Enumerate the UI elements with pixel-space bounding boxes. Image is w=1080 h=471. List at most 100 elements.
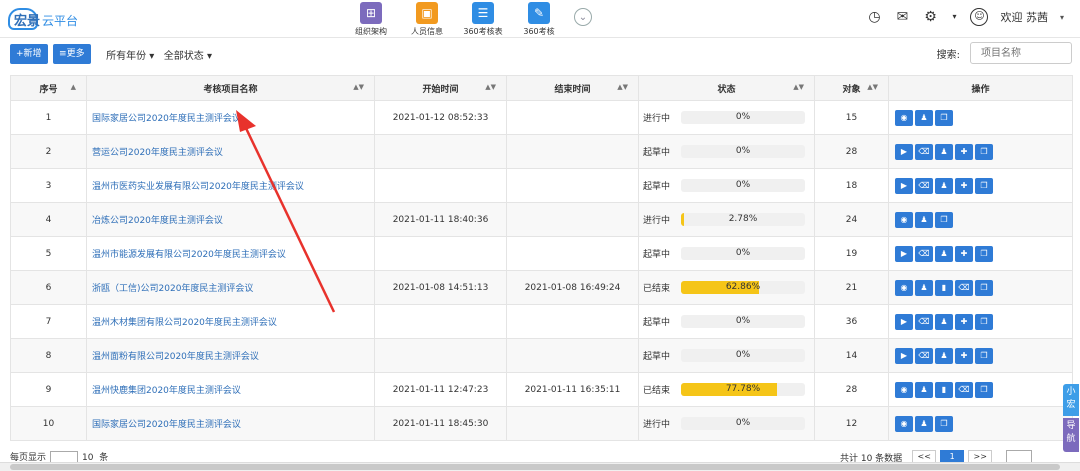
project-name-link[interactable]: 国际家居公司2020年度民主测评会议 [86, 406, 375, 441]
view-icon[interactable]: ◉ [895, 211, 913, 228]
chart-icon[interactable]: ▮ [935, 279, 953, 296]
project-name-link[interactable]: 国际家居公司2020年度民主测评会议 [86, 100, 375, 135]
col-status[interactable]: 状态 ▲▼ [638, 75, 815, 101]
person-icon[interactable]: ♟ [935, 177, 953, 194]
project-name-link[interactable]: 温州木材集团有限公司2020年度民主测评会议 [86, 304, 375, 339]
user-add-icon[interactable]: ✚ [955, 177, 973, 194]
user-dropdown-icon[interactable]: ▾ [1060, 13, 1064, 22]
copy-icon[interactable]: ❐ [975, 347, 993, 364]
mail-icon[interactable]: ✉ [894, 9, 910, 25]
user-add-icon[interactable]: ✚ [955, 347, 973, 364]
person-icon[interactable]: ♟ [915, 279, 933, 296]
object-count: 14 [814, 338, 889, 373]
clock-icon[interactable]: ◷ [866, 9, 882, 25]
progress-bar: 0% [681, 349, 805, 362]
copy-icon[interactable]: ❐ [975, 177, 993, 194]
view-icon[interactable]: ◉ [895, 415, 913, 432]
col-no[interactable]: 序号 ▲ [10, 75, 87, 101]
person-icon[interactable]: ♟ [915, 415, 933, 432]
project-name-link[interactable]: 温州市医药实业发展有限公司2020年度民主测评会议 [86, 168, 375, 203]
trash-icon[interactable]: ⌫ [915, 143, 933, 160]
year-filter[interactable]: 所有年份 ▾ [106, 47, 154, 62]
copy-icon[interactable]: ❐ [975, 143, 993, 160]
chart-icon[interactable]: ▮ [935, 381, 953, 398]
status-badge: 已结束 [643, 284, 671, 294]
play-icon[interactable]: ▶ [895, 347, 913, 364]
chevron-down-icon[interactable]: ⌄ [574, 8, 592, 26]
logo[interactable]: 宏景 云平台 [8, 6, 78, 32]
project-name-link[interactable]: 温州市能源发展有限公司2020年度民主测评会议 [86, 236, 375, 271]
progress-bar: 0% [681, 417, 805, 430]
nav-org[interactable]: ⊞ 组织架构 [350, 2, 392, 37]
trash-icon[interactable]: ⌫ [915, 313, 933, 330]
project-name-link[interactable]: 冶炼公司2020年度民主测评会议 [86, 202, 375, 237]
play-icon[interactable]: ▶ [895, 177, 913, 194]
project-name-link[interactable]: 浙瓯（工信)公司2020年度民主测评会议 [86, 270, 375, 305]
person-icon[interactable]: ♟ [915, 109, 933, 126]
navigation-tab[interactable]: 导航 [1063, 418, 1079, 452]
person-icon[interactable]: ♟ [935, 245, 953, 262]
end-time [506, 134, 639, 169]
row-actions: ▶ ⌫ ♟ ✚ ❐ [888, 304, 1073, 339]
org-chart-icon: ⊞ [360, 2, 382, 24]
col-end[interactable]: 结束时间 ▲▼ [506, 75, 639, 101]
horizontal-scrollbar[interactable] [0, 462, 1080, 471]
col-name[interactable]: 考核项目名称 ▲▼ [86, 75, 375, 101]
project-name-link[interactable]: 营运公司2020年度民主测评会议 [86, 134, 375, 169]
progress-text: 77.78% [725, 384, 761, 394]
nav-person[interactable]: ▣ 人员信息 [406, 2, 448, 37]
copy-icon[interactable]: ❐ [975, 279, 993, 296]
search-input[interactable] [970, 42, 1072, 64]
view-icon[interactable]: ◉ [895, 109, 913, 126]
person-icon[interactable]: ♟ [935, 313, 953, 330]
user-add-icon[interactable]: ✚ [955, 143, 973, 160]
avatar[interactable]: ☺ [970, 8, 989, 26]
view-icon[interactable]: ◉ [895, 279, 913, 296]
person-icon[interactable]: ♟ [915, 211, 933, 228]
floating-assistant[interactable]: 小宏 导航 [1063, 384, 1079, 454]
person-icon[interactable]: ♟ [935, 143, 953, 160]
trash-icon[interactable]: ⌫ [915, 347, 933, 364]
col-count[interactable]: 对象 ▲▼ [814, 75, 889, 101]
gear-dropdown-icon[interactable]: ▾ [950, 9, 958, 25]
status-badge: 起草中 [643, 352, 671, 362]
copy-icon[interactable]: ❐ [935, 211, 953, 228]
gear-icon[interactable]: ⚙ [922, 9, 938, 25]
table-row: 6 浙瓯（工信)公司2020年度民主测评会议 2021-01-08 14:51:13… [10, 270, 1073, 305]
welcome-text[interactable]: 欢迎 苏茜 [1000, 9, 1048, 25]
object-count: 12 [814, 406, 889, 441]
trash-icon[interactable]: ⌫ [915, 177, 933, 194]
sort-icon: ▲▼ [617, 83, 628, 91]
nav-360[interactable]: ✎ 360考核 [518, 2, 560, 37]
progress-bar: 0% [681, 145, 805, 158]
trash-icon[interactable]: ⌫ [915, 245, 933, 262]
assistant-tab[interactable]: 小宏 [1063, 384, 1079, 416]
project-name-link[interactable]: 温州面粉有限公司2020年度民主测评会议 [86, 338, 375, 373]
more-button[interactable]: ≡更多 [53, 44, 91, 64]
play-icon[interactable]: ▶ [895, 143, 913, 160]
copy-icon[interactable]: ❐ [975, 381, 993, 398]
status-filter[interactable]: 全部状态 ▾ [164, 47, 212, 62]
view-icon[interactable]: ◉ [895, 381, 913, 398]
person-icon[interactable]: ♟ [935, 347, 953, 364]
progress-bar: 77.78% [681, 383, 805, 396]
project-name-link[interactable]: 温州快鹿集团2020年度民主测评会议 [86, 372, 375, 407]
status-cell: 已结束 62.86% [638, 270, 815, 305]
person-icon[interactable]: ♟ [915, 381, 933, 398]
play-icon[interactable]: ▶ [895, 313, 913, 330]
copy-icon[interactable]: ❐ [935, 109, 953, 126]
col-start[interactable]: 开始时间 ▲▼ [374, 75, 507, 101]
user-add-icon[interactable]: ✚ [955, 313, 973, 330]
user-add-icon[interactable]: ✚ [955, 245, 973, 262]
trash-icon[interactable]: ⌫ [955, 381, 973, 398]
nav-360-form[interactable]: ☰ 360考核表 [462, 2, 504, 37]
copy-icon[interactable]: ❐ [975, 245, 993, 262]
project-table: 序号 ▲ 考核项目名称 ▲▼ 开始时间 ▲▼ 结束时间 ▲▼ 状态 ▲▼ 对象 ▲▼ 操作 … [10, 75, 1073, 441]
play-icon[interactable]: ▶ [895, 245, 913, 262]
scrollbar-thumb[interactable] [10, 464, 1060, 470]
add-button[interactable]: +新增 [10, 44, 48, 64]
copy-icon[interactable]: ❐ [935, 415, 953, 432]
copy-icon[interactable]: ❐ [975, 313, 993, 330]
trash-icon[interactable]: ⌫ [955, 279, 973, 296]
progress-text: 0% [735, 146, 751, 156]
